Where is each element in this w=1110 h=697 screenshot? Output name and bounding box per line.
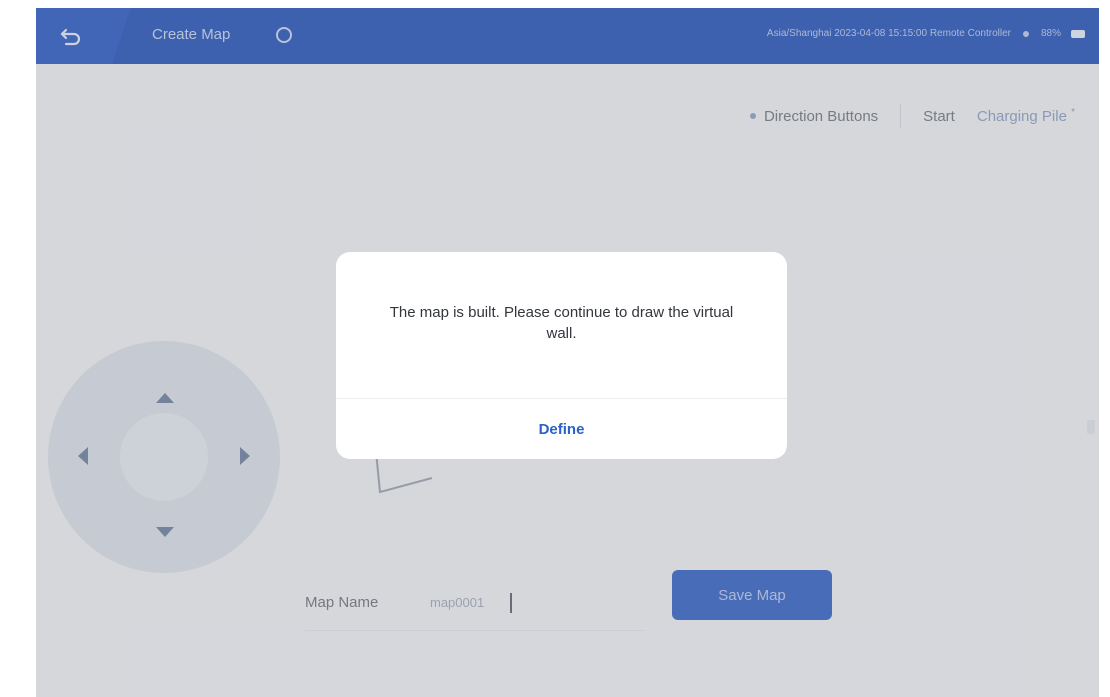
dialog-message: The map is built. Please continue to dra… bbox=[389, 304, 734, 342]
define-button[interactable]: Define bbox=[336, 399, 787, 459]
map-built-dialog: The map is built. Please continue to dra… bbox=[336, 252, 787, 459]
app-frame: Create Map Asia/Shanghai 2023-04-08 15:1… bbox=[36, 8, 1099, 697]
